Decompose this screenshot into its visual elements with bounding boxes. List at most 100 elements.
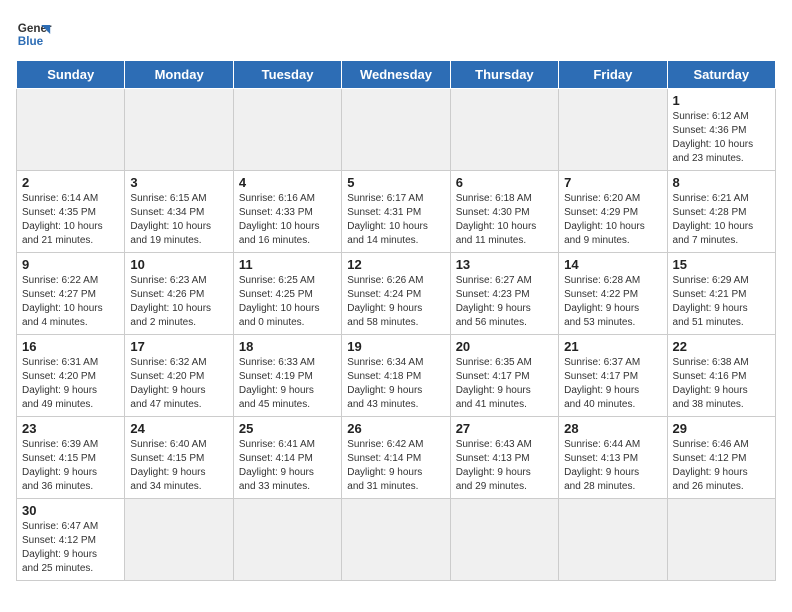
day-number: 23 bbox=[22, 421, 119, 436]
day-number: 13 bbox=[456, 257, 553, 272]
day-number: 16 bbox=[22, 339, 119, 354]
day-info: Sunrise: 6:21 AM Sunset: 4:28 PM Dayligh… bbox=[673, 192, 770, 248]
day-of-week-header: Monday bbox=[125, 61, 233, 89]
day-info: Sunrise: 6:33 AM Sunset: 4:19 PM Dayligh… bbox=[239, 356, 336, 412]
day-number: 3 bbox=[130, 175, 227, 190]
calendar-cell: 14 Sunrise: 6:28 AM Sunset: 4:22 PM Dayli… bbox=[559, 253, 667, 335]
calendar-cell bbox=[233, 89, 341, 171]
calendar-cell: 25Sunrise: 6:41 AM Sunset: 4:14 PM Dayli… bbox=[233, 417, 341, 499]
calendar-table: SundayMondayTuesdayWednesdayThursdayFrid… bbox=[16, 60, 776, 581]
calendar-cell bbox=[559, 89, 667, 171]
day-number: 4 bbox=[239, 175, 336, 190]
day-number: 28 bbox=[564, 421, 661, 436]
calendar-cell: 12 Sunrise: 6:26 AM Sunset: 4:24 PM Dayli… bbox=[342, 253, 450, 335]
calendar-cell: 18 Sunrise: 6:33 AM Sunset: 4:19 PM Dayli… bbox=[233, 335, 341, 417]
calendar-cell: 9Sunrise: 6:22 AM Sunset: 4:27 PM Daylig… bbox=[17, 253, 125, 335]
day-of-week-header: Friday bbox=[559, 61, 667, 89]
calendar-cell: 5 Sunrise: 6:17 AM Sunset: 4:31 PM Daylig… bbox=[342, 171, 450, 253]
day-number: 26 bbox=[347, 421, 444, 436]
calendar-cell: 19Sunrise: 6:34 AM Sunset: 4:18 PM Dayli… bbox=[342, 335, 450, 417]
day-info: Sunrise: 6:28 AM Sunset: 4:22 PM Dayligh… bbox=[564, 274, 661, 330]
day-number: 14 bbox=[564, 257, 661, 272]
calendar-cell: 15 Sunrise: 6:29 AM Sunset: 4:21 PM Dayli… bbox=[667, 253, 775, 335]
calendar-cell: 1 Sunrise: 6:12 AM Sunset: 4:36 PM Daylig… bbox=[667, 89, 775, 171]
day-info: Sunrise: 6:38 AM Sunset: 4:16 PM Dayligh… bbox=[673, 356, 770, 412]
day-info: Sunrise: 6:37 AM Sunset: 4:17 PM Dayligh… bbox=[564, 356, 661, 412]
day-number: 30 bbox=[22, 503, 119, 518]
calendar-cell bbox=[125, 89, 233, 171]
calendar-cell: 16 Sunrise: 6:31 AM Sunset: 4:20 PM Dayli… bbox=[17, 335, 125, 417]
day-number: 8 bbox=[673, 175, 770, 190]
calendar-cell: 4 Sunrise: 6:16 AM Sunset: 4:33 PM Daylig… bbox=[233, 171, 341, 253]
calendar-cell: 20Sunrise: 6:35 AM Sunset: 4:17 PM Dayli… bbox=[450, 335, 558, 417]
day-info: Sunrise: 6:29 AM Sunset: 4:21 PM Dayligh… bbox=[673, 274, 770, 330]
calendar-cell: 8 Sunrise: 6:21 AM Sunset: 4:28 PM Daylig… bbox=[667, 171, 775, 253]
day-info: Sunrise: 6:39 AM Sunset: 4:15 PM Dayligh… bbox=[22, 438, 119, 494]
calendar-cell: 11 Sunrise: 6:25 AM Sunset: 4:25 PM Dayli… bbox=[233, 253, 341, 335]
calendar-cell: 21 Sunrise: 6:37 AM Sunset: 4:17 PM Dayli… bbox=[559, 335, 667, 417]
day-info: Sunrise: 6:46 AM Sunset: 4:12 PM Dayligh… bbox=[673, 438, 770, 494]
day-info: Sunrise: 6:17 AM Sunset: 4:31 PM Dayligh… bbox=[347, 192, 444, 248]
day-number: 12 bbox=[347, 257, 444, 272]
calendar-cell bbox=[559, 499, 667, 581]
day-number: 18 bbox=[239, 339, 336, 354]
day-info: Sunrise: 6:26 AM Sunset: 4:24 PM Dayligh… bbox=[347, 274, 444, 330]
calendar-cell: 10Sunrise: 6:23 AM Sunset: 4:26 PM Dayli… bbox=[125, 253, 233, 335]
calendar-cell: 13 Sunrise: 6:27 AM Sunset: 4:23 PM Dayli… bbox=[450, 253, 558, 335]
calendar-cell: 30 Sunrise: 6:47 AM Sunset: 4:12 PM Dayli… bbox=[17, 499, 125, 581]
day-info: Sunrise: 6:42 AM Sunset: 4:14 PM Dayligh… bbox=[347, 438, 444, 494]
day-info: Sunrise: 6:18 AM Sunset: 4:30 PM Dayligh… bbox=[456, 192, 553, 248]
day-number: 22 bbox=[673, 339, 770, 354]
calendar-cell: 17 Sunrise: 6:32 AM Sunset: 4:20 PM Dayli… bbox=[125, 335, 233, 417]
calendar-cell: 28 Sunrise: 6:44 AM Sunset: 4:13 PM Dayli… bbox=[559, 417, 667, 499]
day-info: Sunrise: 6:15 AM Sunset: 4:34 PM Dayligh… bbox=[130, 192, 227, 248]
calendar-cell bbox=[450, 89, 558, 171]
calendar-cell: 3 Sunrise: 6:15 AM Sunset: 4:34 PM Daylig… bbox=[125, 171, 233, 253]
day-number: 17 bbox=[130, 339, 227, 354]
day-info: Sunrise: 6:27 AM Sunset: 4:23 PM Dayligh… bbox=[456, 274, 553, 330]
calendar-cell: 7 Sunrise: 6:20 AM Sunset: 4:29 PM Daylig… bbox=[559, 171, 667, 253]
day-number: 19 bbox=[347, 339, 444, 354]
day-number: 7 bbox=[564, 175, 661, 190]
day-number: 15 bbox=[673, 257, 770, 272]
day-info: Sunrise: 6:47 AM Sunset: 4:12 PM Dayligh… bbox=[22, 520, 119, 576]
calendar-cell: 29Sunrise: 6:46 AM Sunset: 4:12 PM Dayli… bbox=[667, 417, 775, 499]
logo: General Blue bbox=[16, 16, 52, 52]
calendar-cell bbox=[125, 499, 233, 581]
day-info: Sunrise: 6:16 AM Sunset: 4:33 PM Dayligh… bbox=[239, 192, 336, 248]
calendar-cell: 27Sunrise: 6:43 AM Sunset: 4:13 PM Dayli… bbox=[450, 417, 558, 499]
calendar-cell: 26 Sunrise: 6:42 AM Sunset: 4:14 PM Dayli… bbox=[342, 417, 450, 499]
svg-text:Blue: Blue bbox=[18, 35, 44, 48]
day-info: Sunrise: 6:32 AM Sunset: 4:20 PM Dayligh… bbox=[130, 356, 227, 412]
calendar-cell bbox=[233, 499, 341, 581]
day-info: Sunrise: 6:40 AM Sunset: 4:15 PM Dayligh… bbox=[130, 438, 227, 494]
calendar-cell bbox=[342, 499, 450, 581]
page-header: General Blue bbox=[16, 16, 776, 52]
day-number: 5 bbox=[347, 175, 444, 190]
day-info: Sunrise: 6:35 AM Sunset: 4:17 PM Dayligh… bbox=[456, 356, 553, 412]
day-number: 10 bbox=[130, 257, 227, 272]
day-number: 11 bbox=[239, 257, 336, 272]
day-info: Sunrise: 6:44 AM Sunset: 4:13 PM Dayligh… bbox=[564, 438, 661, 494]
calendar-cell bbox=[342, 89, 450, 171]
day-info: Sunrise: 6:25 AM Sunset: 4:25 PM Dayligh… bbox=[239, 274, 336, 330]
day-info: Sunrise: 6:22 AM Sunset: 4:27 PM Dayligh… bbox=[22, 274, 119, 330]
calendar-cell bbox=[17, 89, 125, 171]
day-info: Sunrise: 6:20 AM Sunset: 4:29 PM Dayligh… bbox=[564, 192, 661, 248]
day-number: 6 bbox=[456, 175, 553, 190]
day-info: Sunrise: 6:31 AM Sunset: 4:20 PM Dayligh… bbox=[22, 356, 119, 412]
day-number: 2 bbox=[22, 175, 119, 190]
day-number: 24 bbox=[130, 421, 227, 436]
logo-icon: General Blue bbox=[16, 16, 52, 52]
day-number: 27 bbox=[456, 421, 553, 436]
day-number: 21 bbox=[564, 339, 661, 354]
calendar-cell: 2 Sunrise: 6:14 AM Sunset: 4:35 PM Daylig… bbox=[17, 171, 125, 253]
day-info: Sunrise: 6:14 AM Sunset: 4:35 PM Dayligh… bbox=[22, 192, 119, 248]
calendar-cell: 22 Sunrise: 6:38 AM Sunset: 4:16 PM Dayli… bbox=[667, 335, 775, 417]
calendar-cell bbox=[667, 499, 775, 581]
day-info: Sunrise: 6:12 AM Sunset: 4:36 PM Dayligh… bbox=[673, 110, 770, 166]
calendar-cell: 23 Sunrise: 6:39 AM Sunset: 4:15 PM Dayli… bbox=[17, 417, 125, 499]
day-number: 25 bbox=[239, 421, 336, 436]
day-number: 1 bbox=[673, 93, 770, 108]
day-of-week-header: Tuesday bbox=[233, 61, 341, 89]
